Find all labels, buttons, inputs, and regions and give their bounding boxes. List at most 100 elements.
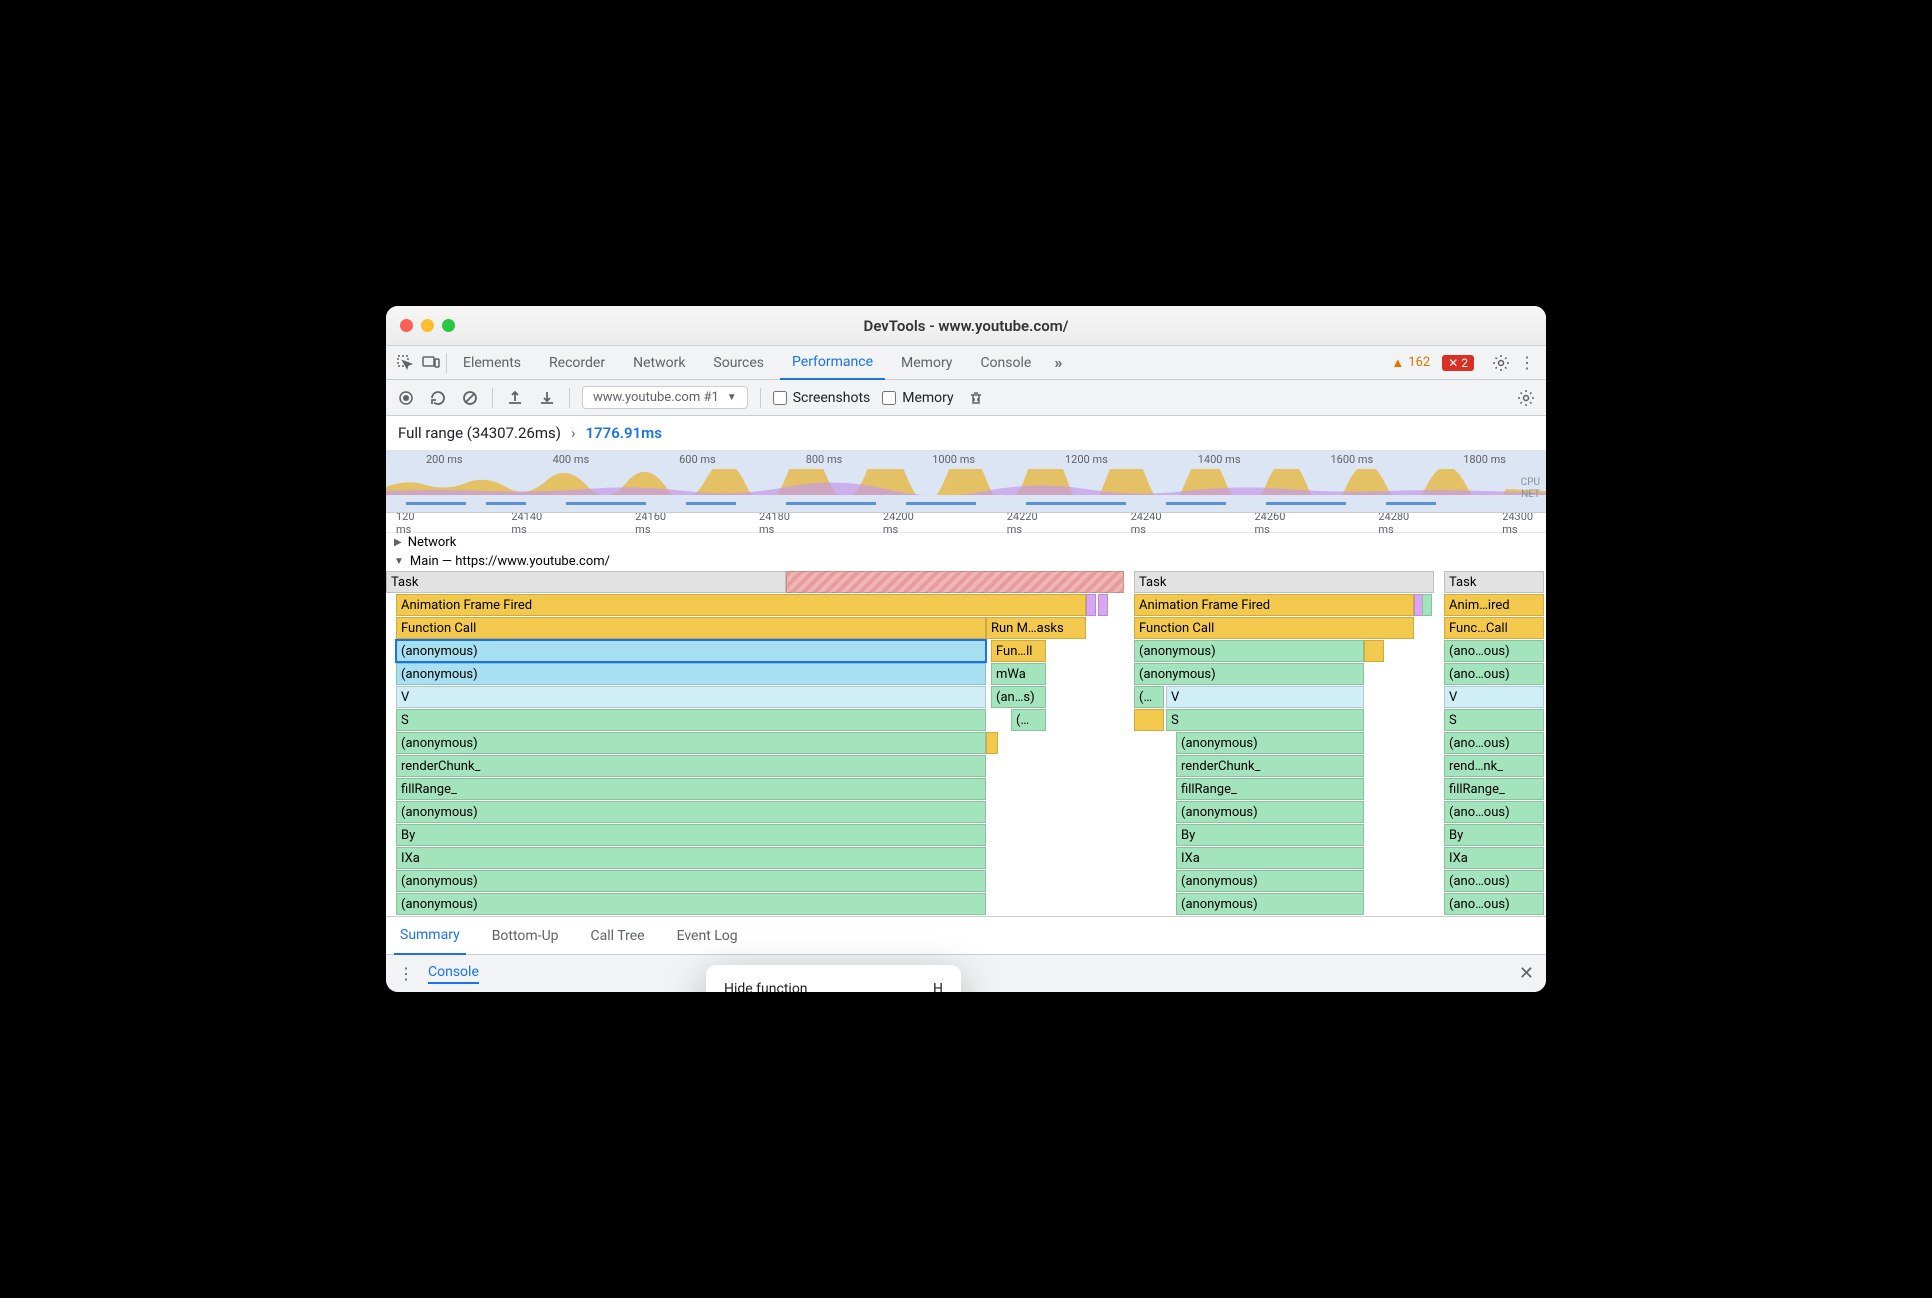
flame-func-call[interactable]: Func…Call [1444,617,1544,639]
flame-aff[interactable]: Anim…ired [1444,594,1544,616]
close-window-button[interactable] [400,319,413,332]
flame-anon[interactable]: (ano…ous) [1444,663,1544,685]
flame-v[interactable]: V [396,686,986,708]
flame-anon[interactable]: (anonymous) [1176,801,1364,823]
network-track-header[interactable]: ▶ Network [386,533,1546,552]
flame-anon[interactable]: (anonymous) [1176,870,1364,892]
flame-anon[interactable]: (anonymous) [396,801,986,823]
tab-recorder[interactable]: Recorder [537,346,617,380]
flame-renderchunk[interactable]: rend…nk_ [1444,755,1544,777]
flame-bar[interactable] [986,732,998,754]
breadcrumb-current[interactable]: 1776.91ms [585,424,661,442]
flame-run-microtasks[interactable]: Run M…asks [986,617,1086,639]
timeline-overview[interactable]: 200 ms 400 ms 600 ms 800 ms 1000 ms 1200… [386,451,1546,513]
console-drawer-tab[interactable]: Console [428,964,479,984]
device-icon[interactable] [420,352,442,374]
flame-fillrange[interactable]: fillRange_ [1444,778,1544,800]
flame-bar[interactable]: (an…s) [991,686,1046,708]
flame-v[interactable]: V [1166,686,1364,708]
flame-anon[interactable]: (anonymous) [1176,732,1364,754]
flame-anon[interactable]: (anonymous) [396,893,986,915]
flame-bar[interactable] [1086,594,1096,616]
panel-settings-icon[interactable] [1516,388,1536,408]
warnings-badge[interactable]: ▲ 162 [1391,355,1430,371]
flame-by[interactable]: By [1176,824,1364,846]
reload-button[interactable] [428,388,448,408]
flame-ixa[interactable]: IXa [1176,847,1364,869]
flame-anon[interactable]: (anonymous) [1134,640,1364,662]
upload-button[interactable] [505,388,525,408]
memory-checkbox-input[interactable] [882,391,896,405]
flame-bar[interactable] [1134,709,1164,731]
flame-s[interactable]: S [1444,709,1544,731]
btab-event-log[interactable]: Event Log [671,917,744,955]
screenshots-checkbox-input[interactable] [773,391,787,405]
flame-bar[interactable]: (… [1011,709,1046,731]
inspect-icon[interactable] [394,352,416,374]
maximize-window-button[interactable] [442,319,455,332]
flame-aff[interactable]: Animation Frame Fired [396,594,1086,616]
tab-console[interactable]: Console [968,346,1043,380]
flame-s[interactable]: S [1166,709,1364,731]
flame-anon[interactable]: (anonymous) [1176,893,1364,915]
flame-aff[interactable]: Animation Frame Fired [1134,594,1414,616]
screenshots-checkbox[interactable]: Screenshots [773,390,871,406]
tab-performance[interactable]: Performance [780,346,885,380]
flame-task[interactable]: Task [1444,571,1544,593]
flame-bar[interactable]: mWa [991,663,1046,685]
download-button[interactable] [537,388,557,408]
flame-bar[interactable] [1364,640,1384,662]
clear-button[interactable] [460,388,480,408]
flame-bar[interactable]: (… [1134,686,1164,708]
record-button[interactable] [396,388,416,408]
memory-checkbox[interactable]: Memory [882,390,953,406]
tab-sources[interactable]: Sources [701,346,776,380]
minimize-window-button[interactable] [421,319,434,332]
flame-anon[interactable]: (anonymous) [396,732,986,754]
flame-func-call[interactable]: Function Call [396,617,986,639]
flame-anon-selected[interactable]: (anonymous) [396,640,986,662]
flame-anon[interactable]: (ano…ous) [1444,732,1544,754]
flame-anon[interactable]: (ano…ous) [1444,893,1544,915]
flame-bar[interactable]: Fun…ll [991,640,1046,662]
flame-chart[interactable]: Task Task Task Animation Frame Fired Ani… [386,571,1546,916]
flame-task-long[interactable] [786,571,1124,593]
flame-func-call[interactable]: Function Call [1134,617,1414,639]
flame-anon[interactable]: (anonymous) [1134,663,1364,685]
flame-ixa[interactable]: IXa [396,847,986,869]
flame-task[interactable]: Task [386,571,786,593]
flame-by[interactable]: By [396,824,986,846]
errors-badge[interactable]: ✕ 2 [1442,355,1474,371]
flame-anon[interactable]: (anonymous) [396,663,986,685]
flame-anon[interactable]: (ano…ous) [1444,801,1544,823]
btab-bottom-up[interactable]: Bottom-Up [486,917,565,955]
flame-fillrange[interactable]: fillRange_ [396,778,986,800]
btab-summary[interactable]: Summary [394,917,466,955]
garbage-collect-button[interactable] [966,388,986,408]
flame-ixa[interactable]: IXa [1444,847,1544,869]
settings-icon[interactable] [1490,352,1512,374]
close-drawer-icon[interactable]: ✕ [1519,963,1534,984]
flame-v[interactable]: V [1444,686,1544,708]
flame-renderchunk[interactable]: renderChunk_ [396,755,986,777]
flame-anon[interactable]: (ano…ous) [1444,870,1544,892]
flame-bar[interactable] [1422,594,1432,616]
tab-network[interactable]: Network [621,346,697,380]
flame-anon[interactable]: (ano…ous) [1444,640,1544,662]
btab-call-tree[interactable]: Call Tree [585,917,651,955]
flame-by[interactable]: By [1444,824,1544,846]
flame-task[interactable]: Task [1134,571,1434,593]
kebab-icon[interactable]: ⋮ [1516,352,1538,374]
drawer-kebab-icon[interactable]: ⋮ [398,964,414,983]
flame-s[interactable]: S [396,709,986,731]
more-tabs-icon[interactable]: » [1047,352,1069,374]
flame-bar[interactable] [1098,594,1108,616]
cm-hide-function[interactable]: Hide function H [706,973,961,992]
recording-dropdown[interactable]: www.youtube.com #1 ▼ [582,386,748,409]
tab-elements[interactable]: Elements [451,346,533,380]
flame-renderchunk[interactable]: renderChunk_ [1176,755,1364,777]
main-track-header[interactable]: ▼ Main — https://www.youtube.com/ [386,552,1546,571]
flame-fillrange[interactable]: fillRange_ [1176,778,1364,800]
breadcrumb-full-range[interactable]: Full range (34307.26ms) [398,424,561,442]
tab-memory[interactable]: Memory [889,346,964,380]
